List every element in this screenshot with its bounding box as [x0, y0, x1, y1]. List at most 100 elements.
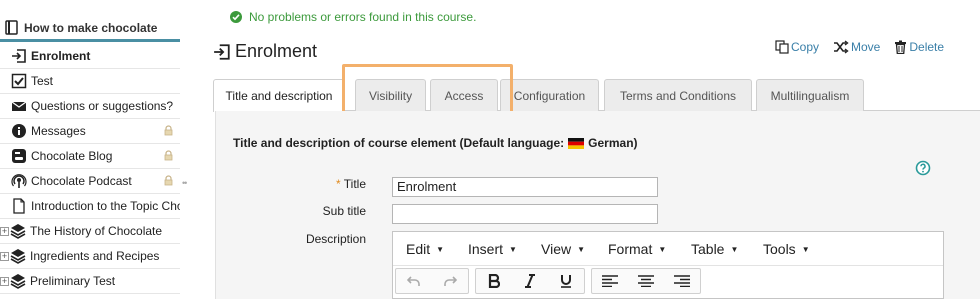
bold-button[interactable] [476, 269, 512, 293]
subtitle-input[interactable] [392, 204, 658, 224]
sidebar-item-label: Introduction to the Topic Chocolate [31, 199, 180, 213]
stack-icon [10, 223, 26, 239]
sidebar-item-label: Chocolate Blog [31, 149, 113, 163]
sidebar-item-label: Messages [31, 124, 86, 138]
menu-label: Edit [406, 241, 431, 257]
move-button[interactable]: Move [833, 40, 880, 54]
sidebar-item-label: Chocolate Podcast [31, 174, 132, 188]
sidebar-item-enrolment[interactable]: Enrolment [0, 44, 180, 69]
course-tree: Enrolment Test Questions or suggestions?… [0, 44, 180, 294]
sidebar-item-ingredients[interactable]: + Ingredients and Recipes [0, 244, 180, 269]
sidebar-item-messages[interactable]: Messages [0, 119, 180, 144]
checkbox-icon [11, 73, 27, 89]
sidebar-item-introduction[interactable]: Introduction to the Topic Chocolate [0, 194, 180, 219]
document-icon [11, 198, 27, 214]
required-marker: * [335, 177, 341, 191]
sidebar-item-questions[interactable]: Questions or suggestions? [0, 94, 180, 119]
section-heading-text: Title and description of course element … [233, 136, 565, 150]
status-message-text: No problems or errors found in this cour… [249, 10, 477, 24]
menu-label: Format [608, 241, 653, 257]
expand-icon[interactable]: + [0, 276, 9, 286]
sidebar-resize-handle[interactable]: •• [182, 178, 187, 188]
align-right-button[interactable] [664, 269, 700, 293]
sidebar-item-label: Ingredients and Recipes [30, 249, 160, 263]
menu-view[interactable]: View ▼ [541, 241, 585, 257]
redo-icon [444, 276, 457, 286]
italic-button[interactable] [512, 269, 548, 293]
copy-icon [775, 40, 789, 54]
menu-edit[interactable]: Edit ▼ [406, 241, 444, 257]
book-icon [5, 20, 19, 35]
menu-table[interactable]: Table ▼ [691, 241, 738, 257]
section-heading-close: ) [633, 136, 638, 150]
sidebar-item-podcast[interactable]: Chocolate Podcast [0, 169, 180, 194]
tab-title-description[interactable]: Title and description [213, 79, 345, 112]
align-center-button[interactable] [628, 269, 664, 293]
tab-configuration[interactable]: Configuration [500, 79, 599, 111]
podcast-icon [11, 173, 27, 189]
sidebar-item-label: Enrolment [31, 49, 91, 63]
delete-label: Delete [909, 40, 945, 54]
sidebar-item-preliminary-test[interactable]: + Preliminary Test [0, 269, 180, 294]
info-icon [11, 123, 27, 139]
sidebar-item-blog[interactable]: Chocolate Blog [0, 144, 180, 169]
stack-icon [10, 248, 26, 264]
subtitle-label: Sub title [322, 204, 366, 218]
redo-button[interactable] [432, 269, 468, 293]
tab-terms-conditions[interactable]: Terms and Conditions [604, 79, 752, 111]
page-title-text: Enrolment [235, 41, 318, 61]
check-circle-icon [230, 11, 242, 23]
caret-down-icon: ▼ [509, 244, 517, 254]
undo-button[interactable] [396, 269, 432, 293]
sidebar-item-label: Test [31, 74, 54, 88]
expand-icon[interactable]: + [0, 251, 9, 261]
expand-icon[interactable]: + [0, 226, 9, 236]
copy-button[interactable]: Copy [775, 40, 819, 54]
envelope-icon [11, 98, 27, 114]
menu-label: View [541, 241, 572, 257]
blog-icon [11, 148, 27, 164]
align-left-icon [602, 275, 618, 287]
sidebar-item-label: The History of Chocolate [30, 224, 163, 238]
editor-menubar: Edit ▼ Insert ▼ View ▼ Format ▼ Table ▼ Tools… [393, 232, 943, 266]
element-actions: Copy Move Delete [775, 40, 958, 54]
tab-label: Access [444, 88, 484, 103]
history-group [395, 268, 469, 294]
sidebar-item-history[interactable]: + The History of Chocolate [0, 219, 180, 244]
menu-format[interactable]: Format ▼ [608, 241, 666, 257]
delete-button[interactable]: Delete [894, 40, 944, 54]
description-editor[interactable]: Edit ▼ Insert ▼ View ▼ Format ▼ Table ▼ Tools… [392, 231, 944, 299]
menu-label: Insert [468, 241, 504, 257]
title-input[interactable]: Enrolment [392, 177, 658, 197]
help-icon[interactable] [915, 160, 931, 176]
underline-button[interactable] [548, 269, 584, 293]
align-center-icon [638, 275, 654, 287]
caret-down-icon: ▼ [801, 244, 810, 254]
tab-label: Multilingualism [770, 88, 850, 103]
status-message: No problems or errors found in this cour… [230, 10, 476, 24]
sidebar-item-label: Questions or suggestions? [31, 99, 174, 113]
enrolment-icon [213, 43, 231, 61]
menu-label: Tools [763, 241, 796, 257]
description-label: Description [305, 232, 366, 246]
course-title[interactable]: How to make chocolate [0, 16, 180, 42]
sidebar-item-label: Preliminary Test [30, 274, 116, 288]
tab-visibility[interactable]: Visibility [355, 79, 426, 111]
align-right-icon [674, 275, 690, 287]
italic-icon [525, 274, 535, 288]
menu-tools[interactable]: Tools ▼ [763, 241, 810, 257]
sidebar-item-test[interactable]: Test [0, 69, 180, 94]
editor-toolbar [395, 268, 707, 298]
copy-label: Copy [791, 40, 820, 54]
trash-icon [894, 40, 907, 54]
course-navigation: How to make chocolate Enrolment Test Que… [0, 0, 180, 299]
bold-icon [488, 274, 500, 288]
lock-icon [164, 175, 173, 186]
lock-icon [164, 150, 173, 161]
tab-label: Title and description [225, 89, 333, 103]
tab-multilingualism[interactable]: Multilingualism [756, 79, 864, 111]
tab-access[interactable]: Access [430, 79, 498, 111]
menu-insert[interactable]: Insert ▼ [468, 241, 517, 257]
shuffle-icon [833, 40, 849, 54]
align-left-button[interactable] [592, 269, 628, 293]
